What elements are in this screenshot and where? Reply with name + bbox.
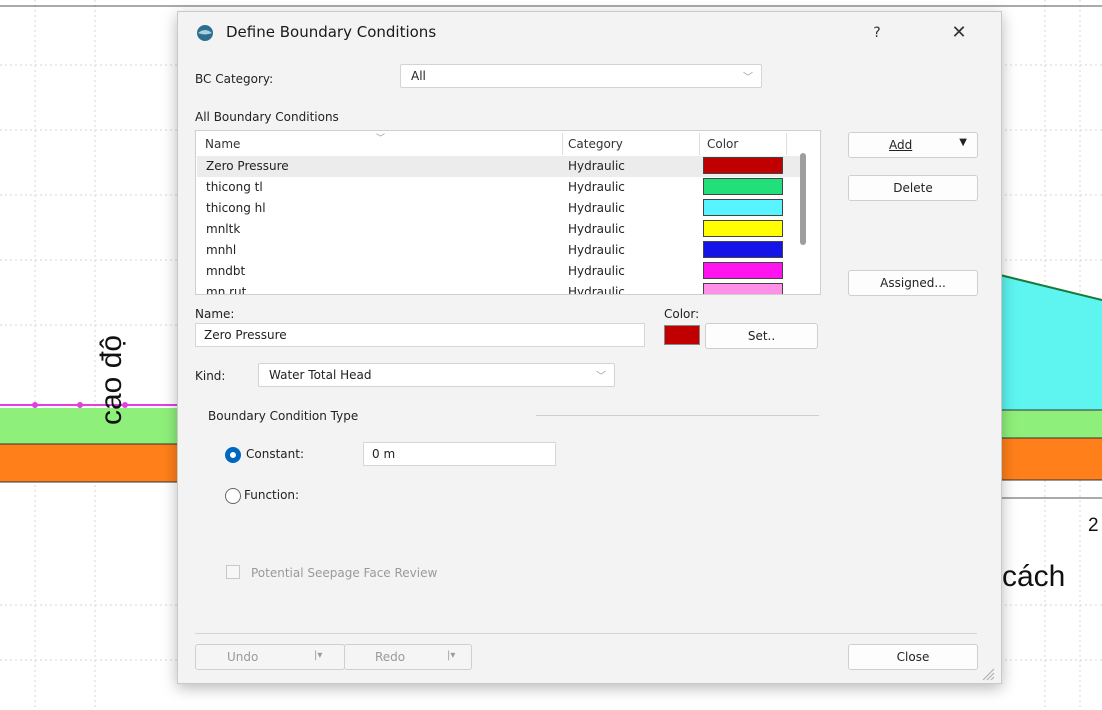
column-header-name[interactable]: Name: [205, 137, 240, 151]
bc-category: Hydraulic: [568, 159, 625, 173]
name-input-value: Zero Pressure: [204, 328, 287, 342]
resize-grip-icon[interactable]: [981, 667, 995, 681]
list-item[interactable]: mn rut Hydraulic: [197, 282, 800, 295]
bc-category: Hydraulic: [568, 264, 625, 278]
bc-category: Hydraulic: [568, 201, 625, 215]
bc-category: Hydraulic: [568, 180, 625, 194]
constant-value-input[interactable]: 0 m: [363, 442, 556, 466]
close-button[interactable]: Close: [848, 644, 978, 670]
list-item[interactable]: mnltk Hydraulic: [197, 219, 800, 240]
assigned-button[interactable]: Assigned...: [848, 270, 978, 296]
bc-category: Hydraulic: [568, 243, 625, 257]
bc-color-swatch: [703, 178, 783, 195]
all-boundary-conditions-label: All Boundary Conditions: [195, 110, 339, 124]
undo-dropdown-icon[interactable]: |▾: [314, 650, 322, 661]
bc-name: mnltk: [206, 222, 241, 236]
bc-color-swatch: [703, 283, 783, 294]
x-axis-label: cách: [1002, 560, 1066, 593]
bc-name: mn rut: [206, 285, 247, 295]
redo-dropdown-icon[interactable]: |▾: [447, 650, 455, 661]
redo-button[interactable]: Redo |▾: [344, 644, 472, 670]
seepage-face-label: Potential Seepage Face Review: [251, 566, 438, 580]
bc-category-select[interactable]: All ﹀: [400, 64, 762, 88]
name-label: Name:: [195, 307, 235, 321]
add-button-label: Add: [889, 138, 913, 152]
list-item[interactable]: thicong hl Hydraulic: [197, 198, 800, 219]
dropdown-arrow-icon[interactable]: ▼: [959, 137, 967, 148]
boundary-conditions-list[interactable]: Name ﹀ Category Color Zero Pressure Hydr…: [195, 130, 821, 295]
bc-name: thicong hl: [206, 201, 266, 215]
soil-layer-orange-right: [1000, 438, 1102, 480]
constant-radio[interactable]: [225, 447, 241, 463]
seepage-face-checkbox[interactable]: [226, 565, 240, 579]
function-label: Function:: [244, 488, 300, 502]
add-button[interactable]: Add ▼: [848, 132, 978, 158]
close-icon[interactable]: ✕: [944, 20, 974, 46]
bc-color-swatch: [703, 199, 783, 216]
list-item[interactable]: Zero Pressure Hydraulic: [197, 156, 800, 177]
x-axis-tick: 2: [1088, 515, 1099, 536]
define-boundary-conditions-dialog: Define Boundary Conditions ? ✕ BC Catego…: [177, 11, 1002, 684]
bc-category: Hydraulic: [568, 285, 625, 295]
bc-name: Zero Pressure: [206, 159, 289, 173]
sort-indicator-icon: ﹀: [376, 134, 386, 144]
soil-layer-green-right: [1000, 410, 1102, 438]
bc-category: Hydraulic: [568, 222, 625, 236]
bc-color-swatch: [703, 262, 783, 279]
app-logo-icon: [197, 25, 213, 41]
redo-label: Redo: [375, 650, 406, 664]
kind-label: Kind:: [195, 369, 226, 383]
bc-color-swatch: [703, 241, 783, 258]
column-header-color[interactable]: Color: [707, 137, 738, 151]
bc-name: mnhl: [206, 243, 237, 257]
function-radio[interactable]: [225, 488, 241, 504]
bc-color-swatch: [703, 157, 783, 174]
boundary-condition-type-heading: Boundary Condition Type: [208, 409, 359, 423]
selected-color-swatch: [664, 325, 700, 345]
bc-name: thicong tl: [206, 180, 263, 194]
soil-layer-orange-left: [0, 444, 180, 482]
undo-button[interactable]: Undo |▾: [195, 644, 345, 670]
kind-select[interactable]: Water Total Head ﹀: [258, 363, 615, 387]
list-scrollbar[interactable]: [800, 153, 806, 245]
bc-color-swatch: [703, 220, 783, 237]
constant-value: 0 m: [372, 447, 396, 461]
chevron-down-icon: ﹀: [596, 371, 606, 383]
kind-value: Water Total Head: [269, 368, 372, 382]
list-item[interactable]: thicong tl Hydraulic: [197, 177, 800, 198]
bc-category-value: All: [411, 69, 426, 83]
dialog-title: Define Boundary Conditions: [226, 23, 437, 41]
footer-divider: [195, 633, 977, 634]
chevron-down-icon: ﹀: [743, 72, 753, 84]
y-axis-label: cao độ: [95, 334, 128, 425]
group-divider: [536, 415, 819, 416]
help-button[interactable]: ?: [862, 20, 892, 46]
bc-category-label: BC Category:: [195, 72, 274, 86]
list-item[interactable]: mnhl Hydraulic: [197, 240, 800, 261]
soil-layer-green-left: [0, 408, 180, 444]
list-item[interactable]: mndbt Hydraulic: [197, 261, 800, 282]
column-header-category[interactable]: Category: [568, 137, 623, 151]
constant-label: Constant:: [246, 447, 304, 461]
color-label: Color:: [664, 307, 700, 321]
delete-button[interactable]: Delete: [848, 175, 978, 201]
name-input[interactable]: Zero Pressure: [195, 323, 645, 347]
set-color-button[interactable]: Set..: [705, 323, 818, 349]
bc-name: mndbt: [206, 264, 246, 278]
undo-label: Undo: [227, 650, 259, 664]
